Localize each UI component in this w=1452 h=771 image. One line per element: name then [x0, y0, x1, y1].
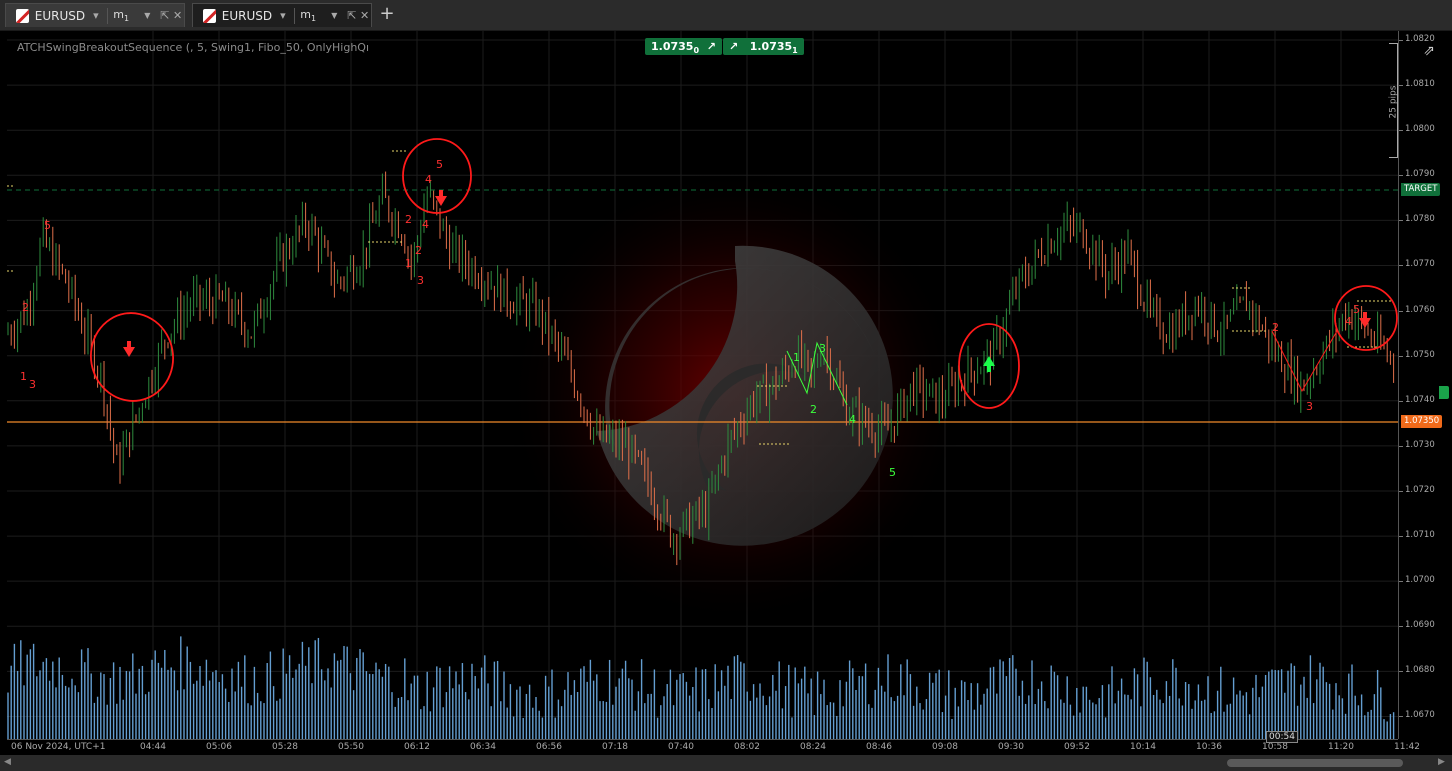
chevron-down-icon[interactable]: ▾: [277, 9, 290, 22]
time-tick: 05:50: [338, 742, 364, 752]
target-label: TARGET: [1401, 183, 1441, 196]
timeframe-selector[interactable]: m1: [113, 8, 144, 23]
tab-symbol: EURUSD: [34, 8, 86, 23]
buy-price-button[interactable]: ↗ 1.07351: [723, 38, 804, 55]
svg-text:4: 4: [425, 173, 432, 186]
price-tick: 1.0810: [1405, 79, 1435, 90]
price-tick: 1.0800: [1405, 124, 1435, 135]
marker-label: [1439, 386, 1449, 399]
price-tick: 1.0690: [1405, 620, 1435, 631]
time-tick: 09:52: [1064, 742, 1090, 752]
add-tab-button[interactable]: +: [377, 4, 397, 24]
tab-eurusd-1[interactable]: EURUSD ▾ m1 ▼ ⇱ ✕: [5, 3, 185, 27]
chevron-down-icon[interactable]: ▾: [90, 9, 103, 22]
price-axis[interactable]: 1.0820 1.0810 1.0800 1.0790 1.0780 1.0770 1.07…: [1398, 31, 1452, 739]
svg-text:4: 4: [849, 413, 856, 426]
time-tick: 06:12: [404, 742, 430, 752]
close-icon[interactable]: ✕: [358, 9, 371, 22]
svg-text:1: 1: [20, 370, 27, 383]
scroll-right-icon[interactable]: ▶: [1438, 757, 1445, 767]
time-tick: 08:24: [800, 742, 826, 752]
scroll-left-icon[interactable]: ◀: [4, 757, 11, 767]
svg-text:5: 5: [889, 466, 896, 479]
svg-text:5: 5: [1353, 303, 1360, 316]
time-tick: 05:28: [272, 742, 298, 752]
chevron-down-icon[interactable]: ▼: [331, 11, 337, 20]
svg-text:1: 1: [793, 351, 800, 364]
svg-text:2: 2: [1272, 321, 1279, 334]
time-tick: 09:08: [932, 742, 958, 752]
trend-up-icon: ↗: [702, 40, 716, 53]
sell-price-button[interactable]: 1.07350 ↗: [645, 38, 722, 55]
svg-text:2: 2: [405, 213, 412, 226]
eurusd-flag-icon: [16, 8, 29, 23]
time-tick: 05:06: [206, 742, 232, 752]
indicator-label[interactable]: ATCHSwingBreakoutSequence (, 5, Swing1, …: [17, 41, 369, 54]
chevron-down-icon[interactable]: ▼: [144, 11, 150, 20]
volume-histogram: [7, 636, 1395, 739]
price-tick: 1.0720: [1405, 484, 1435, 495]
time-tick: 06:56: [536, 742, 562, 752]
price-tick: 1.0730: [1405, 439, 1435, 450]
price-tick: 1.0750: [1405, 349, 1435, 360]
price-tick: 1.0710: [1405, 530, 1435, 541]
horizontal-scrollbar[interactable]: ◀ ▶: [0, 755, 1452, 771]
price-tick: 1.0680: [1405, 665, 1435, 676]
price-tick: 1.0670: [1405, 710, 1435, 721]
time-tick: 10:14: [1130, 742, 1156, 752]
detach-icon[interactable]: ⇱: [345, 9, 358, 22]
time-tick: 06:34: [470, 742, 496, 752]
price-tick: 1.0760: [1405, 304, 1435, 315]
time-tick: 08:46: [866, 742, 892, 752]
date-label: 06 Nov 2024, UTC+1: [11, 742, 106, 752]
svg-text:2: 2: [810, 403, 817, 416]
svg-text:3: 3: [417, 274, 424, 287]
expand-icon[interactable]: ⇗: [1419, 41, 1439, 61]
svg-text:4: 4: [1345, 315, 1352, 328]
pips-ruler-label: 25 pips: [1388, 85, 1398, 119]
price-tick: 1.0780: [1405, 214, 1435, 225]
svg-text:4: 4: [422, 218, 429, 231]
time-tick: 11:20: [1328, 742, 1354, 752]
tab-eurusd-2[interactable]: EURUSD ▾ m1 ▼ ⇱ ✕: [192, 3, 372, 27]
svg-text:3: 3: [29, 378, 36, 391]
svg-text:1: 1: [405, 257, 412, 270]
svg-text:3: 3: [1306, 400, 1313, 413]
scrollbar-thumb[interactable]: [1227, 759, 1403, 767]
price-chart[interactable]: 5 2 1 3 5 4 2 4 2 1 3 2 3 4 5 1 3 2 4 5: [7, 31, 1398, 739]
svg-text:2: 2: [22, 301, 29, 314]
time-tick: 11:42: [1394, 742, 1420, 752]
time-tick: 07:40: [668, 742, 694, 752]
timeframe-selector[interactable]: m1: [300, 8, 331, 23]
tab-bar: EURUSD ▾ m1 ▼ ⇱ ✕ EURUSD ▾ m1 ▼ ⇱ ✕ +: [0, 0, 1452, 31]
time-axis[interactable]: 06 Nov 2024, UTC+1 04:44 05:06 05:28 05:50 0…: [7, 731, 1420, 755]
svg-text:3: 3: [819, 342, 826, 355]
trend-up-icon: ↗: [729, 40, 750, 53]
tab-symbol: EURUSD: [221, 8, 273, 23]
time-tick: 10:36: [1196, 742, 1222, 752]
current-price-label: 1.07350: [1401, 415, 1443, 428]
time-tick: 08:02: [734, 742, 760, 752]
detach-icon[interactable]: ⇱: [158, 9, 171, 22]
svg-text:2: 2: [415, 244, 422, 257]
close-icon[interactable]: ✕: [171, 9, 184, 22]
time-tick: 07:18: [602, 742, 628, 752]
time-tick: 04:44: [140, 742, 166, 752]
eurusd-flag-icon: [203, 8, 216, 23]
price-tick: 1.0700: [1405, 575, 1435, 586]
chart-area[interactable]: 5 2 1 3 5 4 2 4 2 1 3 2 3 4 5 1 3 2 4 5 …: [7, 31, 1398, 739]
price-tick: 1.0790: [1405, 169, 1435, 180]
svg-text:5: 5: [44, 219, 51, 232]
candle-timer: 00:54: [1266, 731, 1298, 743]
time-tick: 09:30: [998, 742, 1024, 752]
time-tick: 10:58: [1262, 742, 1288, 752]
price-tick: 1.0770: [1405, 259, 1435, 270]
price-tick: 1.0740: [1405, 394, 1435, 405]
svg-text:5: 5: [436, 158, 443, 171]
